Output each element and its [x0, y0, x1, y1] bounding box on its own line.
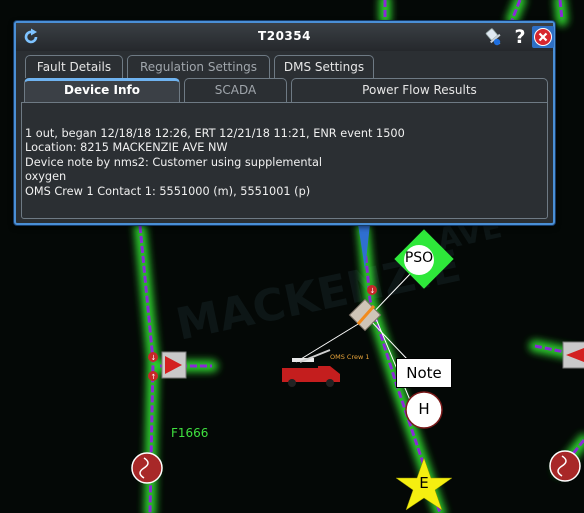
device-dialog[interactable]: T20354 ? Fault Details Regulation Settin… — [14, 21, 555, 225]
note-label: Note — [406, 364, 442, 382]
help-icon[interactable]: ? — [512, 26, 528, 48]
tab-device-info[interactable]: Device Info — [24, 78, 180, 102]
device-info-panel: 1 out, began 12/18/18 12:26, ERT 12/21/1… — [21, 102, 548, 219]
info-line-device-note: Device note by nms2: Customer using supp… — [25, 155, 323, 169]
e-label: E — [419, 474, 429, 492]
svg-text:↑: ↑ — [151, 373, 157, 381]
info-line-device-note-cont: oxygen — [25, 170, 67, 184]
feeder-label: F1666 — [171, 426, 209, 440]
tab-power-flow-results[interactable]: Power Flow Results — [291, 78, 548, 102]
device-right[interactable] — [562, 341, 584, 369]
info-line-outage: 1 out, began 12/18/18 12:26, ERT 12/21/1… — [25, 127, 405, 140]
svg-text:↓: ↓ — [151, 354, 157, 362]
tab-dms-settings[interactable]: DMS Settings — [274, 55, 374, 78]
tab-scada[interactable]: SCADA — [184, 78, 287, 102]
h-label: H — [418, 400, 430, 418]
dialog-title: T20354 — [258, 29, 311, 43]
pin-icon[interactable] — [484, 26, 504, 48]
info-line-location: Location: 8215 MACKENZIE AVE NW — [25, 141, 228, 155]
note-callout[interactable]: Note — [396, 358, 452, 388]
svg-text:↓: ↓ — [370, 287, 376, 295]
dialog-titlebar[interactable]: T20354 ? — [16, 23, 554, 51]
crew-label: OMS Crew 1 — [330, 353, 370, 361]
close-icon[interactable] — [532, 26, 554, 48]
tab-fault-details[interactable]: Fault Details — [25, 55, 123, 78]
pso-label: PSO — [404, 250, 434, 266]
transformer-right[interactable] — [549, 450, 581, 482]
tab-regulation-settings[interactable]: Regulation Settings — [127, 55, 270, 78]
info-line-crew-contact: OMS Crew 1 Contact 1: 5551000 (m), 55510… — [25, 184, 311, 198]
fault-marker[interactable]: ↓ — [367, 285, 377, 295]
transformer-left[interactable] — [131, 452, 163, 484]
